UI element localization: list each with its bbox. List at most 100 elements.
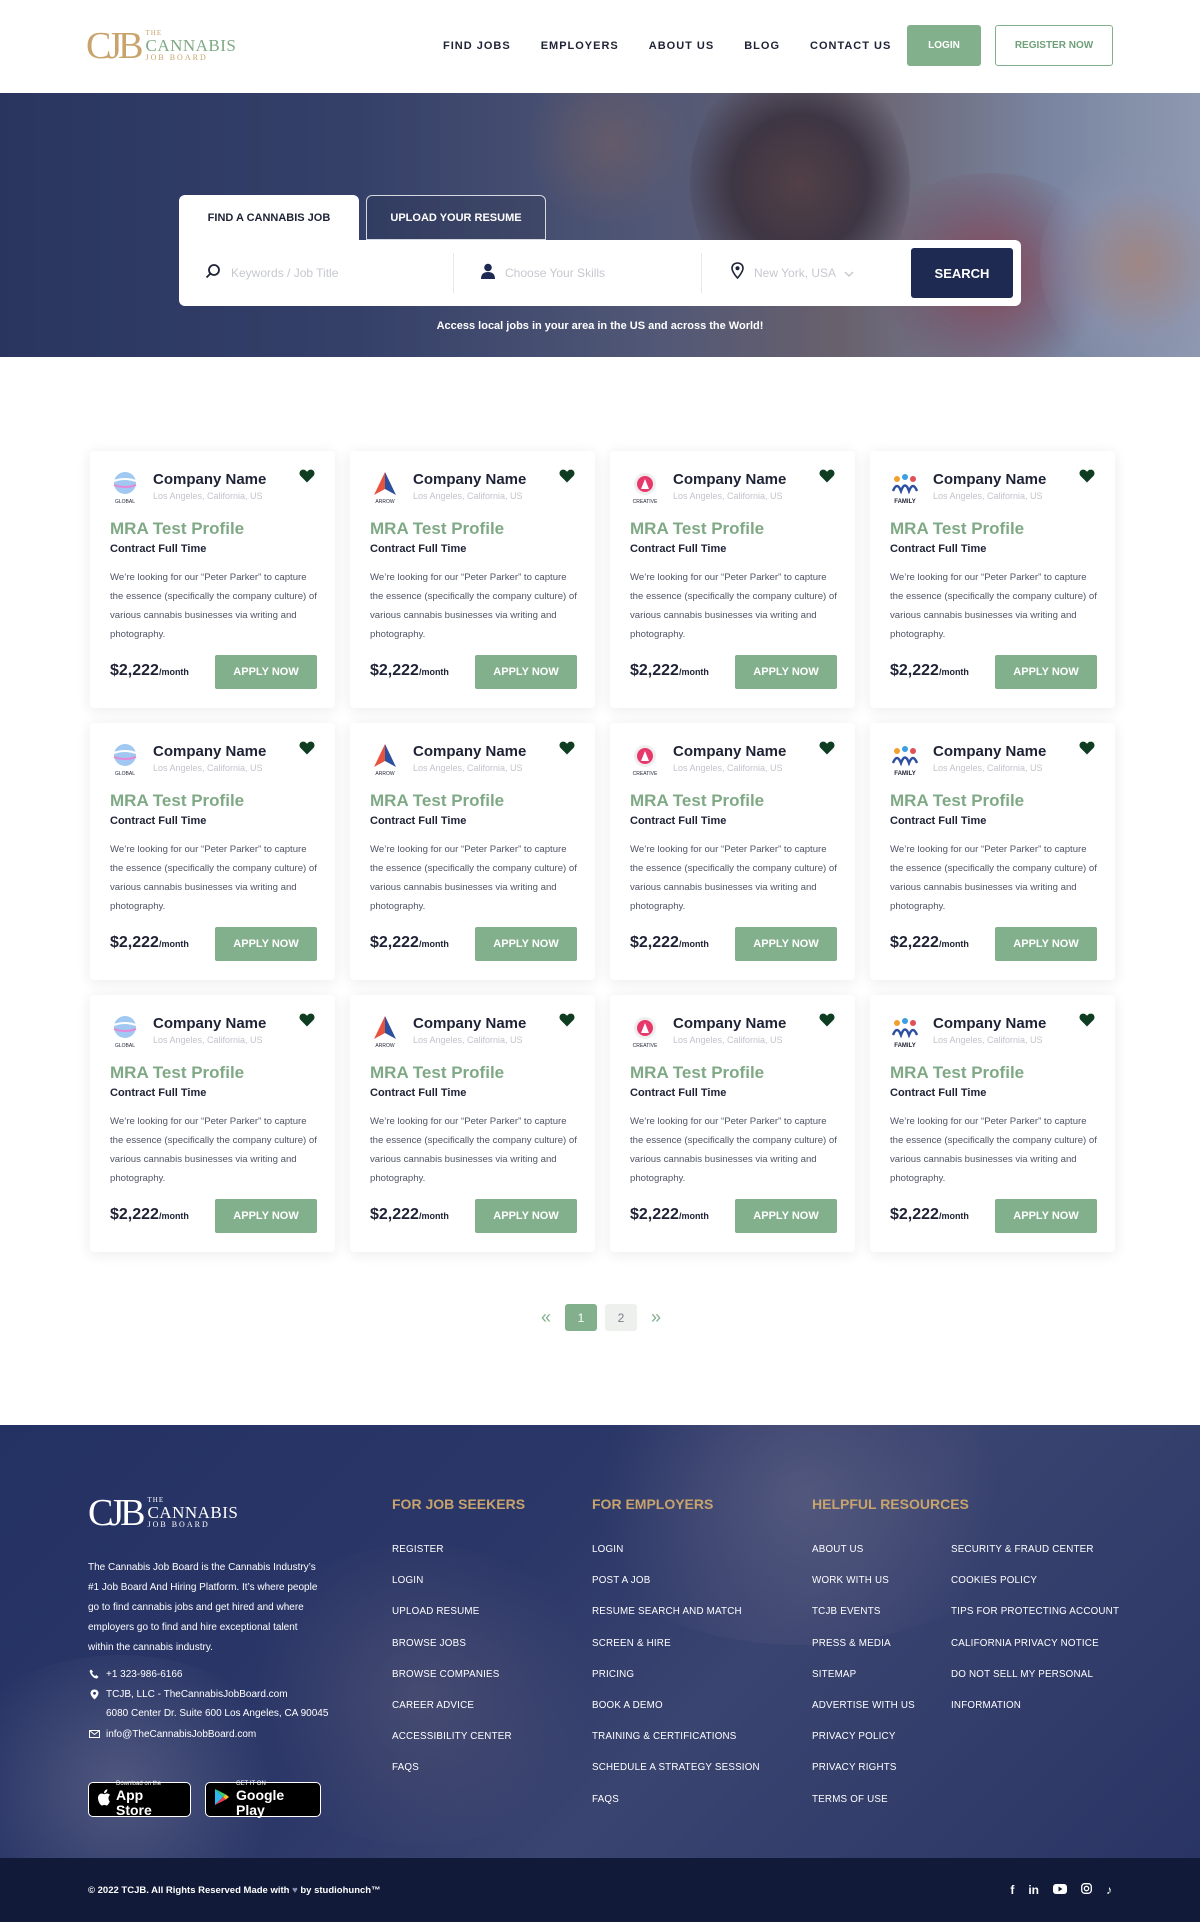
job-card[interactable]: FAMILY Company Name Los Angeles, Californi…	[870, 451, 1115, 708]
footer-link-seekers[interactable]: REGISTER	[392, 1544, 444, 1555]
heart-icon[interactable]	[299, 1013, 315, 1027]
footer-email[interactable]: info@TheCannabisJobBoard.com	[88, 1728, 256, 1740]
footer-link-resources[interactable]: COOKIES POLICY	[951, 1575, 1037, 1586]
footer-link-seekers[interactable]: CAREER ADVICE	[392, 1700, 474, 1711]
job-title[interactable]: MRA Test Profile	[370, 791, 504, 811]
skills-field[interactable]: Choose Your Skills	[481, 240, 701, 306]
nav-contact-us[interactable]: CONTACT US	[810, 40, 891, 52]
footer-link-employers[interactable]: POST A JOB	[592, 1575, 650, 1586]
youtube-icon[interactable]	[1053, 1883, 1067, 1897]
footer-link-seekers[interactable]: BROWSE COMPANIES	[392, 1669, 500, 1680]
heart-icon[interactable]	[1079, 1013, 1095, 1027]
next-page-icon[interactable]: »	[645, 1304, 667, 1331]
apply-now-button[interactable]: APPLY NOW	[995, 655, 1097, 689]
job-card[interactable]: GLOBAL Company Name Los Angeles, Californi…	[90, 995, 335, 1252]
apply-now-button[interactable]: APPLY NOW	[995, 1199, 1097, 1233]
footer-link-seekers[interactable]: ACCESSIBILITY CENTER	[392, 1731, 512, 1742]
tiktok-icon[interactable]: ♪	[1106, 1883, 1112, 1897]
apply-now-button[interactable]: APPLY NOW	[215, 655, 317, 689]
job-card[interactable]: FAMILY Company Name Los Angeles, Californi…	[870, 995, 1115, 1252]
footer-link-resources[interactable]: PRESS & MEDIA	[812, 1638, 891, 1649]
footer-link-resources[interactable]: TCJB EVENTS	[812, 1606, 881, 1617]
facebook-icon[interactable]: f	[1010, 1883, 1014, 1897]
page-2[interactable]: 2	[605, 1304, 637, 1331]
login-button[interactable]: LOGIN	[907, 25, 981, 66]
job-title[interactable]: MRA Test Profile	[630, 1063, 764, 1083]
heart-icon[interactable]	[1079, 741, 1095, 755]
footer-link-resources[interactable]: TERMS OF USE	[812, 1794, 888, 1805]
search-button[interactable]: SEARCH	[911, 248, 1013, 298]
apply-now-button[interactable]: APPLY NOW	[215, 1199, 317, 1233]
job-title[interactable]: MRA Test Profile	[110, 791, 244, 811]
company-name[interactable]: Company Name	[413, 1015, 526, 1032]
nav-about-us[interactable]: ABOUT US	[649, 40, 714, 52]
job-card[interactable]: CREATIVE Company Name Los Angeles, Califor…	[610, 451, 855, 708]
footer-link-resources[interactable]: ABOUT US	[812, 1544, 864, 1555]
job-card[interactable]: CREATIVE Company Name Los Angeles, Califor…	[610, 995, 855, 1252]
job-title[interactable]: MRA Test Profile	[630, 519, 764, 539]
job-title[interactable]: MRA Test Profile	[890, 1063, 1024, 1083]
apply-now-button[interactable]: APPLY NOW	[215, 927, 317, 961]
apply-now-button[interactable]: APPLY NOW	[735, 1199, 837, 1233]
footer-link-resources[interactable]: PRIVACY POLICY	[812, 1731, 896, 1742]
company-name[interactable]: Company Name	[153, 743, 266, 760]
job-title[interactable]: MRA Test Profile	[110, 519, 244, 539]
footer-link-resources[interactable]: SECURITY & FRAUD CENTER	[951, 1544, 1094, 1555]
footer-link-resources[interactable]: ADVERTISE WITH US	[812, 1700, 915, 1711]
prev-page-icon[interactable]: «	[535, 1304, 557, 1331]
footer-link-resources[interactable]: PRIVACY RIGHTS	[812, 1762, 897, 1773]
nav-find-jobs[interactable]: FIND JOBS	[443, 40, 511, 52]
footer-link-employers[interactable]: PRICING	[592, 1669, 634, 1680]
footer-logo[interactable]: CJB THE CANNABIS JOB BOARD	[88, 1494, 238, 1532]
tab-upload-resume[interactable]: UPLOAD YOUR RESUME	[366, 195, 546, 240]
company-name[interactable]: Company Name	[933, 743, 1046, 760]
company-name[interactable]: Company Name	[673, 1015, 786, 1032]
footer-link-resources[interactable]: TIPS FOR PROTECTING ACCOUNT	[951, 1606, 1119, 1617]
heart-icon[interactable]	[819, 469, 835, 483]
apply-now-button[interactable]: APPLY NOW	[735, 927, 837, 961]
linkedin-icon[interactable]: in	[1028, 1883, 1039, 1897]
company-name[interactable]: Company Name	[673, 471, 786, 488]
heart-icon[interactable]	[559, 1013, 575, 1027]
heart-icon[interactable]	[299, 469, 315, 483]
location-select[interactable]: New York, USA	[754, 266, 836, 280]
company-name[interactable]: Company Name	[153, 1015, 266, 1032]
instagram-icon[interactable]	[1081, 1883, 1092, 1897]
job-title[interactable]: MRA Test Profile	[890, 791, 1024, 811]
footer-link-seekers[interactable]: LOGIN	[392, 1575, 424, 1586]
footer-link-resources[interactable]: DO NOT SELL MY PERSONAL	[951, 1669, 1093, 1680]
apply-now-button[interactable]: APPLY NOW	[475, 1199, 577, 1233]
nav-blog[interactable]: BLOG	[744, 40, 780, 52]
job-title[interactable]: MRA Test Profile	[370, 1063, 504, 1083]
job-title[interactable]: MRA Test Profile	[370, 519, 504, 539]
location-field[interactable]: New York, USA	[731, 240, 901, 306]
brand-logo[interactable]: CJB THE CANNABIS JOB BOARD	[86, 26, 236, 66]
job-title[interactable]: MRA Test Profile	[110, 1063, 244, 1083]
footer-link-resources[interactable]: WORK WITH US	[812, 1575, 889, 1586]
footer-link-employers[interactable]: RESUME SEARCH AND MATCH	[592, 1606, 742, 1617]
company-name[interactable]: Company Name	[413, 743, 526, 760]
footer-link-employers[interactable]: LOGIN	[592, 1544, 624, 1555]
footer-link-employers[interactable]: BOOK A DEMO	[592, 1700, 663, 1711]
job-card[interactable]: ARROW Company Name Los Angeles, California…	[350, 995, 595, 1252]
job-card[interactable]: CREATIVE Company Name Los Angeles, Califor…	[610, 723, 855, 980]
register-button[interactable]: REGISTER NOW	[995, 25, 1113, 66]
footer-phone[interactable]: +1 323-986-6166	[88, 1668, 182, 1680]
apply-now-button[interactable]: APPLY NOW	[475, 927, 577, 961]
footer-link-seekers[interactable]: FAQS	[392, 1762, 419, 1773]
heart-icon[interactable]	[819, 1013, 835, 1027]
footer-link-resources[interactable]: SITEMAP	[812, 1669, 856, 1680]
job-title[interactable]: MRA Test Profile	[890, 519, 1024, 539]
apply-now-button[interactable]: APPLY NOW	[735, 655, 837, 689]
footer-link-seekers[interactable]: UPLOAD RESUME	[392, 1606, 480, 1617]
footer-link-employers[interactable]: SCHEDULE A STRATEGY SESSION	[592, 1762, 760, 1773]
job-card[interactable]: GLOBAL Company Name Los Angeles, Californi…	[90, 723, 335, 980]
job-card[interactable]: GLOBAL Company Name Los Angeles, Californi…	[90, 451, 335, 708]
footer-link-resources[interactable]: CALIFORNIA PRIVACY NOTICE	[951, 1638, 1099, 1649]
job-card[interactable]: FAMILY Company Name Los Angeles, Californi…	[870, 723, 1115, 980]
skills-input[interactable]: Choose Your Skills	[505, 266, 605, 280]
job-title[interactable]: MRA Test Profile	[630, 791, 764, 811]
keywords-field[interactable]: Keywords / Job Title	[205, 240, 445, 306]
heart-icon[interactable]	[819, 741, 835, 755]
footer-link-employers[interactable]: SCREEN & HIRE	[592, 1638, 671, 1649]
